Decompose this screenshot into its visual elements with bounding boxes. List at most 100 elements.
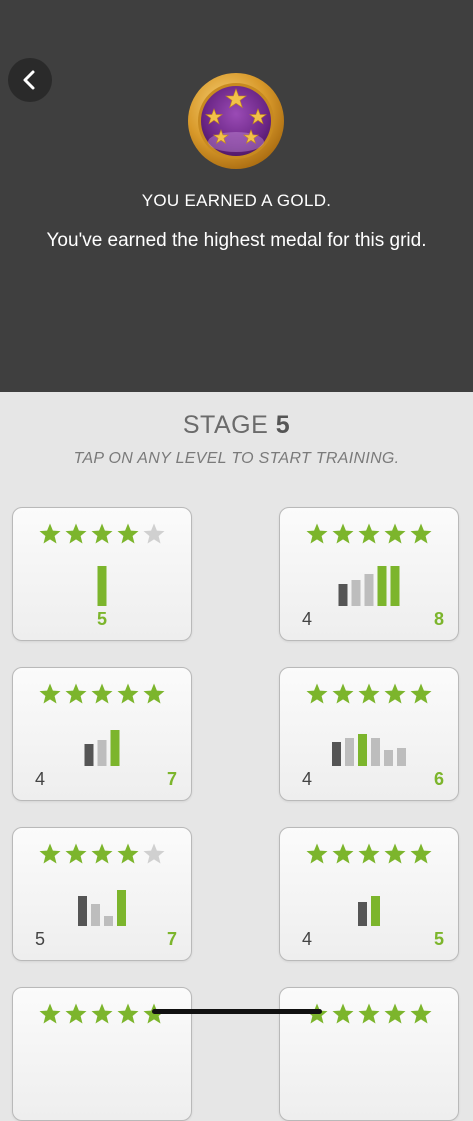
gold-medal-icon <box>188 73 284 169</box>
score-bar <box>338 584 348 606</box>
score-bar <box>117 890 126 926</box>
star-filled-icon <box>384 683 406 704</box>
star-filled-icon <box>117 683 139 704</box>
score-bar <box>384 750 393 766</box>
score-bar <box>351 580 361 606</box>
star-empty-icon <box>143 843 165 864</box>
level-score: 5 <box>96 609 107 629</box>
star-filled-icon <box>306 843 328 864</box>
star-filled-icon <box>332 1003 354 1024</box>
bar-chart-icon <box>97 566 107 606</box>
star-filled-icon <box>332 523 354 544</box>
star-rating <box>280 842 458 866</box>
star-rating <box>13 682 191 706</box>
star-filled-icon <box>65 523 87 544</box>
chevron-left-icon <box>23 70 35 90</box>
stage-instruction: TAP ON ANY LEVEL TO START TRAINING. <box>73 450 400 467</box>
score-bar <box>371 896 380 926</box>
level-score: 7 <box>166 929 177 949</box>
star-filled-icon <box>39 523 61 544</box>
star-filled-icon <box>384 1003 406 1024</box>
star-filled-icon <box>332 683 354 704</box>
back-button[interactable] <box>8 58 52 102</box>
score-bar <box>78 896 87 926</box>
star-filled-icon <box>143 683 165 704</box>
level-attempts: 4 <box>302 609 313 629</box>
score-bar <box>358 734 367 766</box>
star-filled-icon <box>384 523 406 544</box>
star-filled-icon <box>358 1003 380 1024</box>
star-filled-icon <box>117 1003 139 1024</box>
score-bar <box>110 730 120 766</box>
star-rating <box>280 682 458 706</box>
level-card[interactable]: 5 <box>12 507 192 641</box>
star-filled-icon <box>91 523 113 544</box>
bar-chart-icon <box>338 566 400 606</box>
level-score: 5 <box>433 929 444 949</box>
star-filled-icon <box>65 683 87 704</box>
level-card[interactable] <box>279 987 459 1121</box>
level-card[interactable]: 46 <box>279 667 459 801</box>
star-filled-icon <box>91 683 113 704</box>
star-filled-icon <box>306 683 328 704</box>
level-card[interactable]: 57 <box>12 827 192 961</box>
star-filled-icon <box>410 683 432 704</box>
star-filled-icon <box>65 1003 87 1024</box>
star-rating <box>13 522 191 546</box>
star-rating <box>13 1002 191 1026</box>
level-attempts: 4 <box>302 929 313 949</box>
star-filled-icon <box>39 843 61 864</box>
star-filled-icon <box>410 843 432 864</box>
level-score: 7 <box>166 769 177 789</box>
level-attempts: 4 <box>302 769 313 789</box>
star-filled-icon <box>143 1003 165 1024</box>
score-bar <box>97 566 107 606</box>
score-bar <box>91 904 100 926</box>
bar-chart-icon <box>358 896 380 926</box>
star-filled-icon <box>39 683 61 704</box>
star-filled-icon <box>39 1003 61 1024</box>
level-card[interactable]: 48 <box>279 507 459 641</box>
score-bar <box>390 566 400 606</box>
star-filled-icon <box>117 523 139 544</box>
level-attempts: 4 <box>35 769 46 789</box>
score-bar <box>371 738 380 766</box>
bar-chart-icon <box>332 734 406 766</box>
star-filled-icon <box>358 523 380 544</box>
star-empty-icon <box>143 523 165 544</box>
star-filled-icon <box>91 1003 113 1024</box>
level-card[interactable]: 45 <box>279 827 459 961</box>
level-score: 6 <box>433 769 444 789</box>
stage-number: 5 <box>275 411 291 439</box>
level-score: 8 <box>433 609 444 629</box>
stage-label: STAGE <box>182 411 269 439</box>
earned-subtitle: You've earned the highest medal for this… <box>46 230 427 251</box>
score-bar <box>358 902 367 926</box>
star-filled-icon <box>332 843 354 864</box>
level-card[interactable] <box>12 987 192 1121</box>
star-filled-icon <box>306 523 328 544</box>
star-rating <box>13 842 191 866</box>
star-rating <box>280 522 458 546</box>
star-filled-icon <box>358 843 380 864</box>
earned-title: YOU EARNED A GOLD. <box>141 191 332 210</box>
score-bar <box>377 566 387 606</box>
star-filled-icon <box>117 843 139 864</box>
score-bar <box>397 748 406 766</box>
level-attempts: 5 <box>35 929 46 949</box>
star-filled-icon <box>384 843 406 864</box>
score-bar <box>364 574 374 606</box>
star-filled-icon <box>306 1003 328 1024</box>
star-rating <box>280 1002 458 1026</box>
bar-chart-icon <box>78 890 126 926</box>
score-bar <box>104 916 113 926</box>
score-bar <box>84 744 94 766</box>
star-filled-icon <box>91 843 113 864</box>
level-card[interactable]: 47 <box>12 667 192 801</box>
score-bar <box>345 738 354 766</box>
bar-chart-icon <box>84 730 120 766</box>
home-indicator <box>152 1009 322 1014</box>
star-filled-icon <box>358 683 380 704</box>
stage-title: STAGE 5 <box>0 411 473 440</box>
star-filled-icon <box>65 843 87 864</box>
